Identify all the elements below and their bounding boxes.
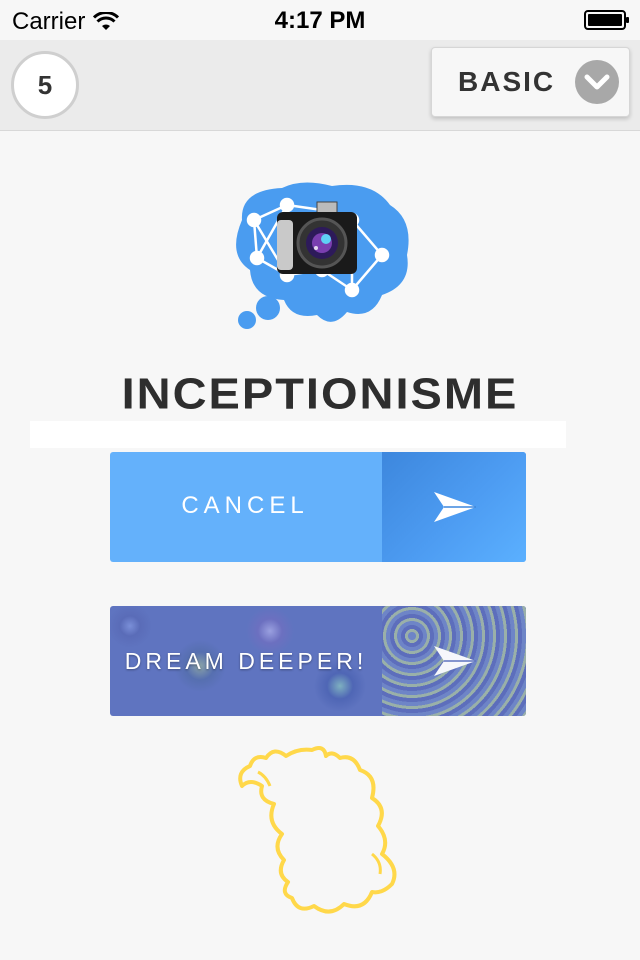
cancel-button-side [382, 452, 526, 562]
chevron-down-icon [575, 60, 619, 104]
mode-dropdown-button[interactable]: BASIC [431, 47, 630, 117]
toolbar: 5 BASIC [0, 40, 640, 131]
count-badge[interactable]: 5 [11, 51, 79, 119]
title-underline [30, 421, 566, 448]
app-title: INCEPTIONISME [121, 369, 519, 418]
yellow-doodle-drawing [238, 746, 397, 914]
status-time: 4:17 PM [274, 7, 366, 34]
dream-deeper-button-side [382, 606, 526, 716]
status-bar: Carrier 4:17 PM [0, 0, 640, 40]
send-icon [434, 646, 476, 676]
dream-deeper-button-label: DREAM DEEPER! [124, 648, 368, 674]
battery-icon [584, 10, 629, 30]
send-icon [434, 492, 476, 522]
mode-label: BASIC [458, 66, 556, 97]
brain-camera-logo [236, 182, 409, 329]
cancel-button-label: CANCEL [181, 492, 309, 519]
dream-deeper-button[interactable]: DREAM DEEPER! [110, 606, 526, 716]
cancel-button[interactable]: CANCEL [110, 452, 526, 562]
